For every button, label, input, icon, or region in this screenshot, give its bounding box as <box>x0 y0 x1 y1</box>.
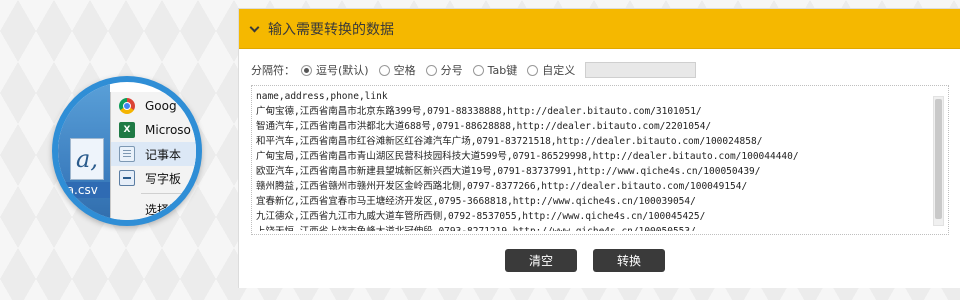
file-glyph: a, <box>76 145 98 173</box>
menu-item-choose-default: 选择默认 <box>111 197 196 220</box>
open-with-menu: Goog X Microso 记事本 写字板 选择默认 <box>110 92 196 220</box>
radio-label: 空格 <box>393 64 416 77</box>
radio-label: Tab键 <box>487 64 518 77</box>
radio-label: 分号 <box>440 64 463 77</box>
excel-icon: X <box>119 122 135 138</box>
desktop-background: a, ta.csv <box>58 82 110 220</box>
menu-item-wordpad: 写字板 <box>111 166 196 190</box>
textarea-content[interactable]: name,address,phone,link 广甸宝德,江西省南昌市北京东路39… <box>256 89 926 231</box>
text-line: name,address,phone,link <box>256 91 388 102</box>
open-with-illustration: a, ta.csv Goog X Microso 记事本 写字板 选择默认 <box>52 76 202 226</box>
menu-item-label: 选择默认 <box>145 202 194 217</box>
scrollbar-thumb[interactable] <box>935 99 942 219</box>
radio-label: 自定义 <box>542 64 576 77</box>
menu-item-excel: X Microso <box>111 118 196 142</box>
text-line: 上饶天恒,江西省上饶市龟峰大道北冠伸段,0793-8271219,http://… <box>256 224 926 231</box>
menu-item-label: 记事本 <box>145 147 182 162</box>
radio-space[interactable]: 空格 <box>378 62 416 78</box>
text-line: 九江德众,江西省九江市九威大道车管所西侧,0792-8537055,http:/… <box>256 211 706 222</box>
text-line: 广甸宝德,江西省南昌市北京东路399号,0791-88338888,http:/… <box>256 106 702 117</box>
clear-button[interactable]: 清空 <box>505 249 577 272</box>
chevron-down-icon[interactable] <box>249 22 260 32</box>
menu-item-label: 写字板 <box>145 171 182 186</box>
menu-divider <box>141 193 196 194</box>
radio-button[interactable] <box>425 64 437 76</box>
menu-item-notepad: 记事本 <box>111 142 196 166</box>
radio-semicolon[interactable]: 分号 <box>425 62 463 78</box>
separator-label: 分隔符： <box>251 64 295 77</box>
radio-comma[interactable]: 逗号(默认) <box>301 62 369 78</box>
radio-button[interactable] <box>378 64 390 76</box>
notepad-icon <box>119 146 135 162</box>
radio-tab[interactable]: Tab键 <box>472 62 518 78</box>
menu-item-label: Microso <box>145 123 191 137</box>
wordpad-icon <box>119 170 135 186</box>
radio-button[interactable] <box>301 64 312 76</box>
text-line: 广甸宝局,江西省南昌市青山湖区民营科技园科技大道599号,0791-865299… <box>256 151 799 162</box>
menu-item-chrome: Goog <box>111 94 196 118</box>
custom-separator-input[interactable] <box>585 62 697 78</box>
text-line: 赣州腾益,江西省赣州市赣州开发区金岭西路北侧,0797-8377266,http… <box>256 181 748 192</box>
radio-button[interactable] <box>472 64 484 76</box>
panel-title: 输入需要转换的数据 <box>268 21 394 38</box>
text-line: 宜春新亿,江西省宜春市马王塘经济开发区,0795-3668818,http://… <box>256 196 696 207</box>
radio-custom[interactable]: 自定义 <box>527 62 575 78</box>
menu-item-label: Goog <box>145 99 177 113</box>
text-line: 智通汽车,江西省南昌市洪都北大道688号,0791-88628888,http:… <box>256 121 712 132</box>
radio-button[interactable] <box>527 64 539 76</box>
text-line: 欧亚汽车,江西省南昌市新建县望城新区新兴西大道19号,0791-83737991… <box>256 166 761 177</box>
data-input-panel: 输入需要转换的数据 分隔符： 逗号(默认) 空格 分号 Tab键 自定义 nam… <box>238 8 960 288</box>
data-textarea[interactable]: name,address,phone,link 广甸宝德,江西省南昌市北京东路39… <box>251 85 949 235</box>
convert-button[interactable]: 转换 <box>593 249 665 272</box>
csv-file-icon: a, <box>70 138 104 180</box>
file-name-label: ta.csv <box>60 182 110 198</box>
separator-options: 分隔符： 逗号(默认) 空格 分号 Tab键 自定义 <box>251 61 697 79</box>
panel-header[interactable]: 输入需要转换的数据 <box>239 9 960 49</box>
text-line: 和平汽车,江西省南昌市红谷滩新区红谷滩汽车广场,0791-83721518,ht… <box>256 136 763 147</box>
radio-label: 逗号(默认) <box>316 64 369 77</box>
chrome-icon <box>119 98 135 114</box>
vertical-scrollbar[interactable] <box>933 96 944 226</box>
